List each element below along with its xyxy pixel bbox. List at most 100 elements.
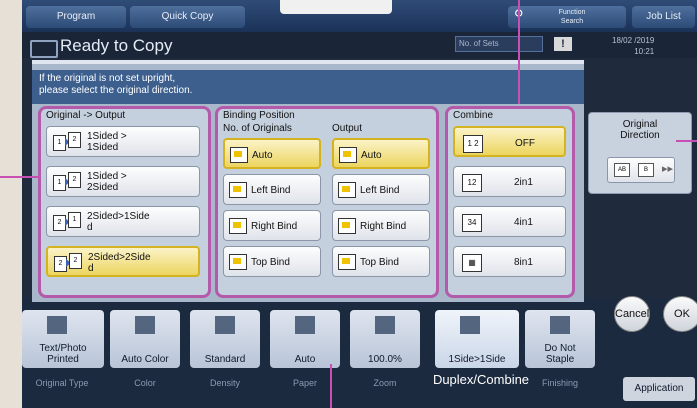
copy-screen: Program Quick Copy ⚲ Function Search Job… bbox=[22, 0, 697, 408]
zoom-icon bbox=[375, 316, 395, 334]
combine-group: Combine 1 2 OFF 12 2in1 34 4in1 ▦ 8in1 bbox=[445, 106, 575, 298]
option-1-line1: 1Sided > bbox=[87, 131, 127, 142]
duplex-value: 1Side>1Side bbox=[448, 354, 506, 365]
option-3-label: 2Sided>1Side d bbox=[87, 211, 150, 233]
bottom-function-bar: Text/Photo Printed Auto Color Standard Au… bbox=[22, 298, 697, 408]
2sided-1sided-icon: 21 bbox=[53, 212, 83, 232]
application-button[interactable]: Application bbox=[623, 377, 695, 401]
original-type-button[interactable]: Text/Photo Printed bbox=[22, 310, 104, 368]
leader-line-right bbox=[676, 140, 697, 142]
message-line-1: If the original is not set upright, bbox=[39, 73, 176, 84]
color-value: Auto Color bbox=[121, 354, 169, 365]
combine-off-icon: 1 2 bbox=[463, 135, 483, 153]
tab-quick-copy[interactable]: Quick Copy bbox=[130, 6, 245, 28]
left-bind-icon bbox=[229, 182, 247, 198]
status-bar: Ready to Copy No. of Sets ! 18/02 /2019 … bbox=[22, 32, 697, 58]
option-2sided-1sided[interactable]: 21 2Sided>1Side d bbox=[46, 206, 200, 237]
time-text: 10:21 bbox=[634, 47, 655, 56]
option-2-label: 1Sided >2Sided bbox=[87, 171, 127, 193]
combine-4in1-button[interactable]: 34 4in1 bbox=[453, 206, 566, 237]
option-1sided-1sided[interactable]: 12 1Sided >1Sided bbox=[46, 126, 200, 157]
combine-2in1-button[interactable]: 12 2in1 bbox=[453, 166, 566, 197]
originals-left-bind-button[interactable]: Left Bind bbox=[223, 174, 321, 205]
output-right-bind-button[interactable]: Right Bind bbox=[332, 210, 430, 241]
leader-line-bottom bbox=[330, 364, 332, 408]
combine-off-button[interactable]: 1 2 OFF bbox=[453, 126, 566, 157]
caption-original-type: Original Type bbox=[35, 378, 89, 388]
caption-color: Color bbox=[134, 378, 156, 388]
option-2-line1: 1Sided > bbox=[87, 171, 127, 182]
original-direction-panel: Original Direction AB B ▸▸ bbox=[588, 112, 692, 194]
function-search-label: Function Search bbox=[558, 9, 586, 25]
direction-upright-icon: AB bbox=[614, 163, 630, 177]
finishing-button[interactable]: Do Not Staple bbox=[525, 310, 595, 368]
output-top-bind-button[interactable]: Top Bind bbox=[332, 246, 430, 277]
originals-top-bind-label: Top Bind bbox=[251, 257, 290, 268]
originals-right-bind-button[interactable]: Right Bind bbox=[223, 210, 321, 241]
combine-8in1-label: 8in1 bbox=[514, 257, 533, 268]
output-auto-button[interactable]: Auto bbox=[332, 138, 430, 169]
duplex-combine-button[interactable]: 1Side>1Side bbox=[435, 310, 519, 368]
color-icon bbox=[135, 316, 155, 334]
page-title: Ready to Copy bbox=[60, 36, 173, 55]
originals-auto-label: Auto bbox=[252, 150, 273, 161]
no-of-originals-label: No. of Originals bbox=[223, 123, 292, 134]
tab-job-list[interactable]: Job List bbox=[632, 6, 695, 28]
leader-line-left bbox=[0, 176, 40, 178]
combine-2in1-label: 2in1 bbox=[514, 177, 533, 188]
originals-auto-button[interactable]: Auto bbox=[223, 138, 321, 169]
finishing-value-line2: Staple bbox=[545, 354, 575, 365]
option-1-label: 1Sided >1Sided bbox=[87, 131, 127, 153]
top-bind-icon bbox=[229, 254, 247, 270]
no-of-sets-field[interactable]: No. of Sets bbox=[455, 36, 543, 52]
leader-line-top bbox=[518, 0, 520, 104]
density-value: Standard bbox=[204, 354, 246, 365]
color-button[interactable]: Auto Color bbox=[110, 310, 180, 368]
caption-finishing: Finishing bbox=[541, 378, 579, 388]
combine-title: Combine bbox=[453, 110, 494, 121]
option-2sided-2sided[interactable]: 22 2Sided>2Side d bbox=[46, 246, 200, 277]
direction-rotated-icon: B bbox=[638, 163, 654, 177]
page-icon-2: 2 bbox=[69, 253, 82, 269]
combine-8in1-button[interactable]: ▦ 8in1 bbox=[453, 246, 566, 277]
tab-bar: Program Quick Copy ⚲ Function Search Job… bbox=[22, 0, 697, 32]
paper-icon bbox=[295, 316, 315, 334]
cancel-button[interactable]: Cancel bbox=[614, 296, 650, 332]
alert-icon[interactable]: ! bbox=[554, 37, 572, 51]
density-icon bbox=[215, 316, 235, 334]
finishing-value-line1: Do Not bbox=[544, 343, 576, 354]
combine-4in1-icon: 34 bbox=[462, 214, 482, 232]
zoom-button[interactable]: 100.0% bbox=[350, 310, 420, 368]
binding-icon bbox=[339, 147, 357, 163]
staple-icon bbox=[550, 316, 570, 334]
right-bind-icon bbox=[229, 218, 247, 234]
output-label: Output bbox=[332, 123, 363, 134]
tab-program[interactable]: Program bbox=[26, 6, 126, 28]
page-icon-2: 2 bbox=[68, 172, 81, 188]
combine-4in1-label: 4in1 bbox=[514, 217, 533, 228]
duplex-icon bbox=[460, 316, 480, 334]
original-output-title: Original -> Output bbox=[46, 110, 126, 121]
document-icon bbox=[47, 316, 67, 334]
original-type-label: Text/Photo Printed bbox=[22, 343, 104, 365]
originals-top-bind-button[interactable]: Top Bind bbox=[223, 246, 321, 277]
option-3-line1: 2Sided>1Side bbox=[87, 211, 150, 222]
original-output-group: Original -> Output 12 1Sided >1Sided 12 … bbox=[38, 106, 211, 298]
function-search-button[interactable]: ⚲ Function Search bbox=[508, 6, 626, 28]
option-1sided-2sided[interactable]: 12 1Sided >2Sided bbox=[46, 166, 200, 197]
original-direction-button[interactable]: AB B ▸▸ bbox=[607, 157, 675, 183]
direction-message: If the original is not set upright, plea… bbox=[32, 70, 584, 104]
output-left-bind-button[interactable]: Left Bind bbox=[332, 174, 430, 205]
ok-button[interactable]: OK bbox=[663, 296, 697, 332]
top-bind-icon bbox=[338, 254, 356, 270]
option-4-label: 2Sided>2Side d bbox=[88, 252, 151, 274]
option-1-line2: 1Sided bbox=[87, 142, 119, 153]
output-left-bind-label: Left Bind bbox=[360, 185, 400, 196]
originals-right-bind-label: Right Bind bbox=[251, 221, 298, 232]
1sided-1sided-icon: 12 bbox=[53, 132, 83, 152]
page-icon-2: 1 bbox=[68, 212, 81, 228]
date-time: 18/02 /2019 10:21 bbox=[612, 35, 654, 57]
density-button[interactable]: Standard bbox=[190, 310, 260, 368]
caption-paper: Paper bbox=[292, 378, 318, 388]
paper-button[interactable]: Auto bbox=[270, 310, 340, 368]
